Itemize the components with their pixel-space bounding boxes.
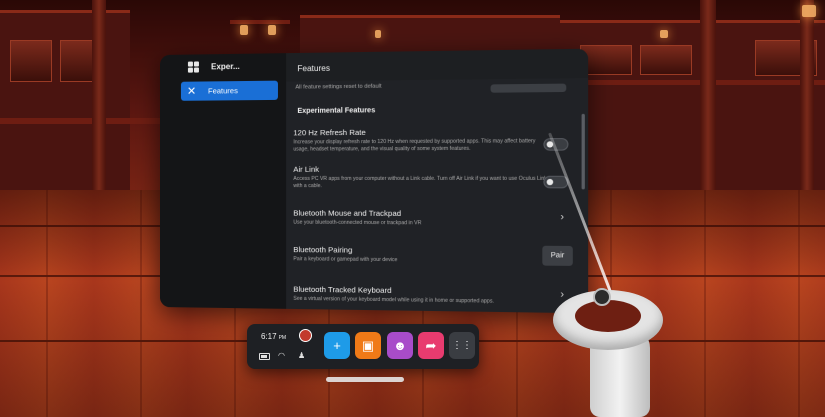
plus-icon: +: [333, 338, 341, 353]
wifi-icon: ◠: [278, 351, 285, 360]
setting-row-air-link: Air Link Access PC VR apps from your com…: [293, 164, 572, 189]
settings-panel: Exper... ✕ Features Features All feature…: [160, 48, 589, 314]
pair-button[interactable]: Pair: [542, 245, 573, 266]
setting-row-tracked-keyboard[interactable]: Bluetooth Tracked Keyboard See a virtual…: [293, 285, 572, 307]
chevron-right-icon: ›: [560, 288, 565, 301]
controller-thumbstick: [593, 288, 611, 306]
background-lantern: [240, 25, 248, 35]
setting-description: Increase your display refresh rate to 12…: [293, 138, 536, 153]
setting-description: Use your bluetooth-connected mouse or tr…: [293, 219, 422, 227]
setting-title: Bluetooth Pairing: [293, 244, 353, 255]
features-icon: ✕: [186, 85, 197, 98]
app-library-button[interactable]: ⋮⋮: [449, 332, 475, 359]
section-title: Experimental Features: [297, 107, 376, 115]
universal-menu-dock: 6:17 PM ◠ ♟ + ▣ ☻ ➦ ⋮⋮: [247, 324, 479, 369]
setting-row-bluetooth-mouse[interactable]: Bluetooth Mouse and Trackpad Use your bl…: [293, 208, 572, 227]
background-building-left: [0, 10, 130, 198]
content-header: Features: [286, 48, 589, 82]
share-arrow-icon: ➦: [425, 337, 437, 353]
settings-content: Features All feature settings reset to d…: [286, 48, 589, 314]
setting-title: Air Link: [293, 164, 320, 174]
setting-description: Pair a keyboard or gamepad with your dev…: [293, 256, 398, 264]
background-pillar: [700, 0, 716, 200]
dock-grab-handle[interactable]: [326, 377, 404, 382]
shopping-bag-icon: ▣: [361, 337, 375, 353]
background-window: [640, 45, 692, 75]
reset-description: All feature settings reset to default: [295, 83, 382, 91]
background-beam: [230, 20, 290, 24]
setting-description: See a virtual version of your keyboard m…: [293, 295, 494, 305]
setting-description: Access PC VR apps from your computer wit…: [293, 175, 548, 189]
explore-app-button[interactable]: +: [324, 332, 350, 359]
settings-sidebar: Exper... ✕ Features: [160, 53, 287, 309]
notification-bell-icon[interactable]: ♟: [298, 351, 305, 360]
setting-row-refresh-rate: 120 Hz Refresh Rate Increase your displa…: [293, 126, 572, 152]
background-lantern: [375, 30, 381, 38]
background-pillar: [800, 0, 814, 200]
controller-ring-opening: [575, 300, 641, 332]
people-icon: ☻: [393, 338, 407, 353]
sidebar-item-label: Features: [208, 86, 238, 96]
battery-icon: [259, 353, 270, 360]
content-scrollbar[interactable]: [581, 113, 585, 190]
people-app-button[interactable]: ☻: [387, 332, 413, 359]
clock: 6:17 PM: [261, 332, 287, 341]
grid-icon: ⋮⋮: [452, 340, 472, 351]
app-grid-icon[interactable]: [187, 61, 199, 73]
setting-row-bluetooth-pairing: Bluetooth Pairing Pair a keyboard or gam…: [293, 244, 573, 266]
avatar[interactable]: [299, 329, 312, 342]
background-lantern: [802, 5, 816, 17]
background-lantern: [268, 25, 276, 35]
setting-title: Bluetooth Mouse and Trackpad: [293, 208, 402, 219]
store-app-button[interactable]: ▣: [355, 332, 381, 359]
setting-title: 120 Hz Refresh Rate: [293, 127, 366, 138]
sidebar-header: Exper...: [187, 61, 240, 73]
sidebar-title: Exper...: [211, 61, 240, 72]
background-window: [10, 40, 52, 82]
page-title: Features: [297, 63, 330, 74]
sidebar-item-features[interactable]: ✕ Features: [180, 80, 278, 101]
background-beam: [0, 118, 160, 124]
reset-button[interactable]: [490, 83, 567, 93]
share-app-button[interactable]: ➦: [418, 332, 444, 359]
background-lantern: [660, 30, 668, 38]
background-pillar: [92, 0, 106, 205]
chevron-right-icon: ›: [560, 211, 565, 223]
background-beam: [565, 80, 825, 85]
